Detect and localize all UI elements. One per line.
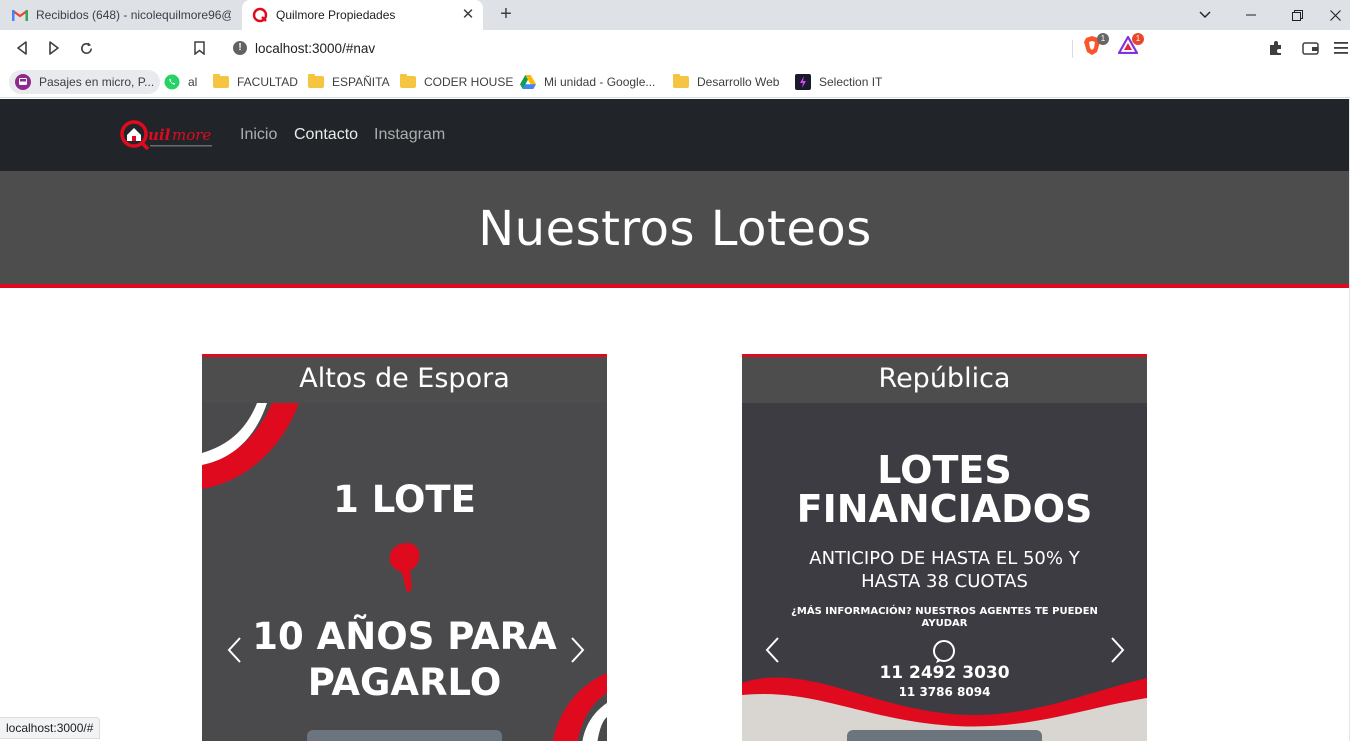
nav-link-contacto[interactable]: Contacto: [294, 126, 358, 144]
menu-icon[interactable]: [1332, 36, 1350, 60]
back-button[interactable]: [10, 36, 34, 60]
carousel-prev-icon[interactable]: [762, 635, 784, 665]
slide-phone-2: 11 3786 8094: [898, 685, 991, 699]
bookmark-facultad[interactable]: FACULTAD: [213, 70, 298, 94]
selection-it-icon: [795, 74, 811, 90]
status-url-bubble: localhost:3000/#: [0, 717, 101, 739]
slide-phone-1: 11 2492 3030: [879, 663, 1010, 683]
shields-count-badge: 1: [1097, 33, 1109, 45]
bookmark-espanita[interactable]: ESPAÑITA: [308, 70, 390, 94]
address-bar[interactable]: ! localhost:3000/#nav: [222, 34, 1146, 62]
card-title: República: [878, 363, 1011, 394]
card-button[interactable]: [847, 730, 1042, 741]
loteo-card-altos-de-espora: Altos de Espora 1 LOTE 10 AÑOS PARA PAGA…: [202, 354, 607, 741]
address-bar-url[interactable]: localhost:3000/#nav: [255, 41, 375, 56]
folder-icon: [673, 74, 689, 90]
bookmark-label: al: [188, 75, 198, 89]
page-title: Nuestros Loteos: [478, 201, 872, 257]
bookmark-label: Selection IT: [819, 75, 883, 89]
bookmark-icon[interactable]: [187, 36, 211, 60]
wallet-icon[interactable]: [1298, 36, 1322, 60]
nav-link-instagram[interactable]: Instagram: [374, 126, 445, 144]
slide-line-3: PAGARLO: [307, 661, 502, 704]
close-window-button[interactable]: [1320, 0, 1350, 30]
slide-line-1: 1 LOTE: [333, 478, 476, 521]
whatsapp-icon: [164, 74, 180, 90]
site-info-icon[interactable]: !: [233, 41, 247, 55]
bookmark-selection-it[interactable]: Selection IT: [795, 70, 882, 94]
slide-heading-1: LOTES: [877, 448, 1012, 492]
bookmark-label: FACULTAD: [237, 75, 298, 89]
bookmark-desarrollo-web[interactable]: Desarrollo Web: [673, 70, 779, 94]
bookmark-al[interactable]: al: [164, 70, 197, 94]
quilmore-favicon: [252, 7, 268, 23]
tab-search-chevron-icon[interactable]: [1182, 0, 1228, 30]
hero-banner: Nuestros Loteos: [0, 171, 1350, 288]
slide-subtitle-1: ANTICIPO DE HASTA EL 50% Y: [809, 548, 1080, 569]
minimize-window-button[interactable]: [1228, 0, 1274, 30]
slide-subtitle-2: HASTA 38 CUOTAS: [861, 571, 1028, 592]
carousel-slide: 1 LOTE 10 AÑOS PARA PAGARLO: [202, 403, 607, 741]
extensions-puzzle-icon[interactable]: [1264, 36, 1288, 60]
restore-window-button[interactable]: [1274, 0, 1320, 30]
svg-text:more: more: [172, 126, 211, 144]
close-tab-icon[interactable]: ✕: [459, 6, 477, 24]
carousel-next-icon[interactable]: [566, 635, 588, 665]
omnibox-divider: [1072, 40, 1073, 58]
folder-icon: [400, 74, 416, 90]
bus-icon: [15, 74, 31, 90]
bookmark-label: Pasajes en micro, P...: [39, 75, 155, 89]
bookmarks-bar: Pasajes en micro, P... al FACULTAD ESPAÑ…: [0, 66, 1350, 98]
folder-icon: [308, 74, 324, 90]
folder-icon: [213, 74, 229, 90]
carousel-slide: LOTES FINANCIADOS ANTICIPO DE HASTA EL 5…: [742, 403, 1147, 741]
card-title: Altos de Espora: [299, 363, 510, 394]
slide-info-2: AYUDAR: [921, 618, 968, 629]
slide-info-1: ¿MÁS INFORMACIÓN? NUESTROS AGENTES TE PU…: [791, 606, 1098, 617]
rewards-count-badge: 1: [1132, 33, 1144, 45]
bookmark-coder-house[interactable]: CODER HOUSE: [400, 70, 513, 94]
card-button[interactable]: [307, 730, 502, 741]
bookmark-google-drive[interactable]: Mi unidad - Google...: [520, 70, 655, 94]
slide-line-2: 10 AÑOS PARA: [252, 615, 557, 658]
carousel-prev-icon[interactable]: [224, 635, 246, 665]
gmail-icon: [12, 7, 28, 23]
slide-heading-2: FINANCIADOS: [796, 487, 1093, 531]
google-drive-icon: [520, 74, 536, 90]
bookmark-label: Mi unidad - Google...: [544, 75, 656, 89]
loteo-card-republica: República LOTES FINANCIADOS ANTICIPO DE …: [742, 354, 1147, 741]
nav-link-inicio[interactable]: Inicio: [240, 126, 277, 144]
browser-tab-strip: Recibidos (648) - nicolequilmore96@gmail…: [0, 0, 1350, 30]
reload-button[interactable]: [74, 36, 98, 60]
tab-quilmore[interactable]: Quilmore Propiedades ✕: [242, 0, 483, 30]
new-tab-button[interactable]: +: [494, 3, 518, 27]
tab-gmail[interactable]: Recibidos (648) - nicolequilmore96@gmail…: [0, 0, 240, 30]
bookmark-pasajes[interactable]: Pasajes en micro, P...: [9, 70, 161, 94]
bookmark-label: CODER HOUSE: [424, 75, 514, 89]
tab-title: Quilmore Propiedades: [276, 8, 396, 22]
bookmark-label: Desarrollo Web: [697, 75, 780, 89]
quilmore-logo[interactable]: uil more: [120, 118, 215, 152]
browser-toolbar: ! localhost:3000/#nav 1 1: [0, 30, 1350, 66]
brave-rewards-icon[interactable]: 1: [1117, 33, 1144, 56]
brave-shields-icon[interactable]: 1: [1083, 33, 1109, 56]
svg-text:uil: uil: [148, 126, 171, 144]
carousel-next-icon[interactable]: [1106, 635, 1128, 665]
tab-title: Recibidos (648) - nicolequilmore96@gmail…: [36, 8, 231, 22]
forward-button[interactable]: [42, 36, 66, 60]
bookmark-label: ESPAÑITA: [332, 75, 390, 89]
